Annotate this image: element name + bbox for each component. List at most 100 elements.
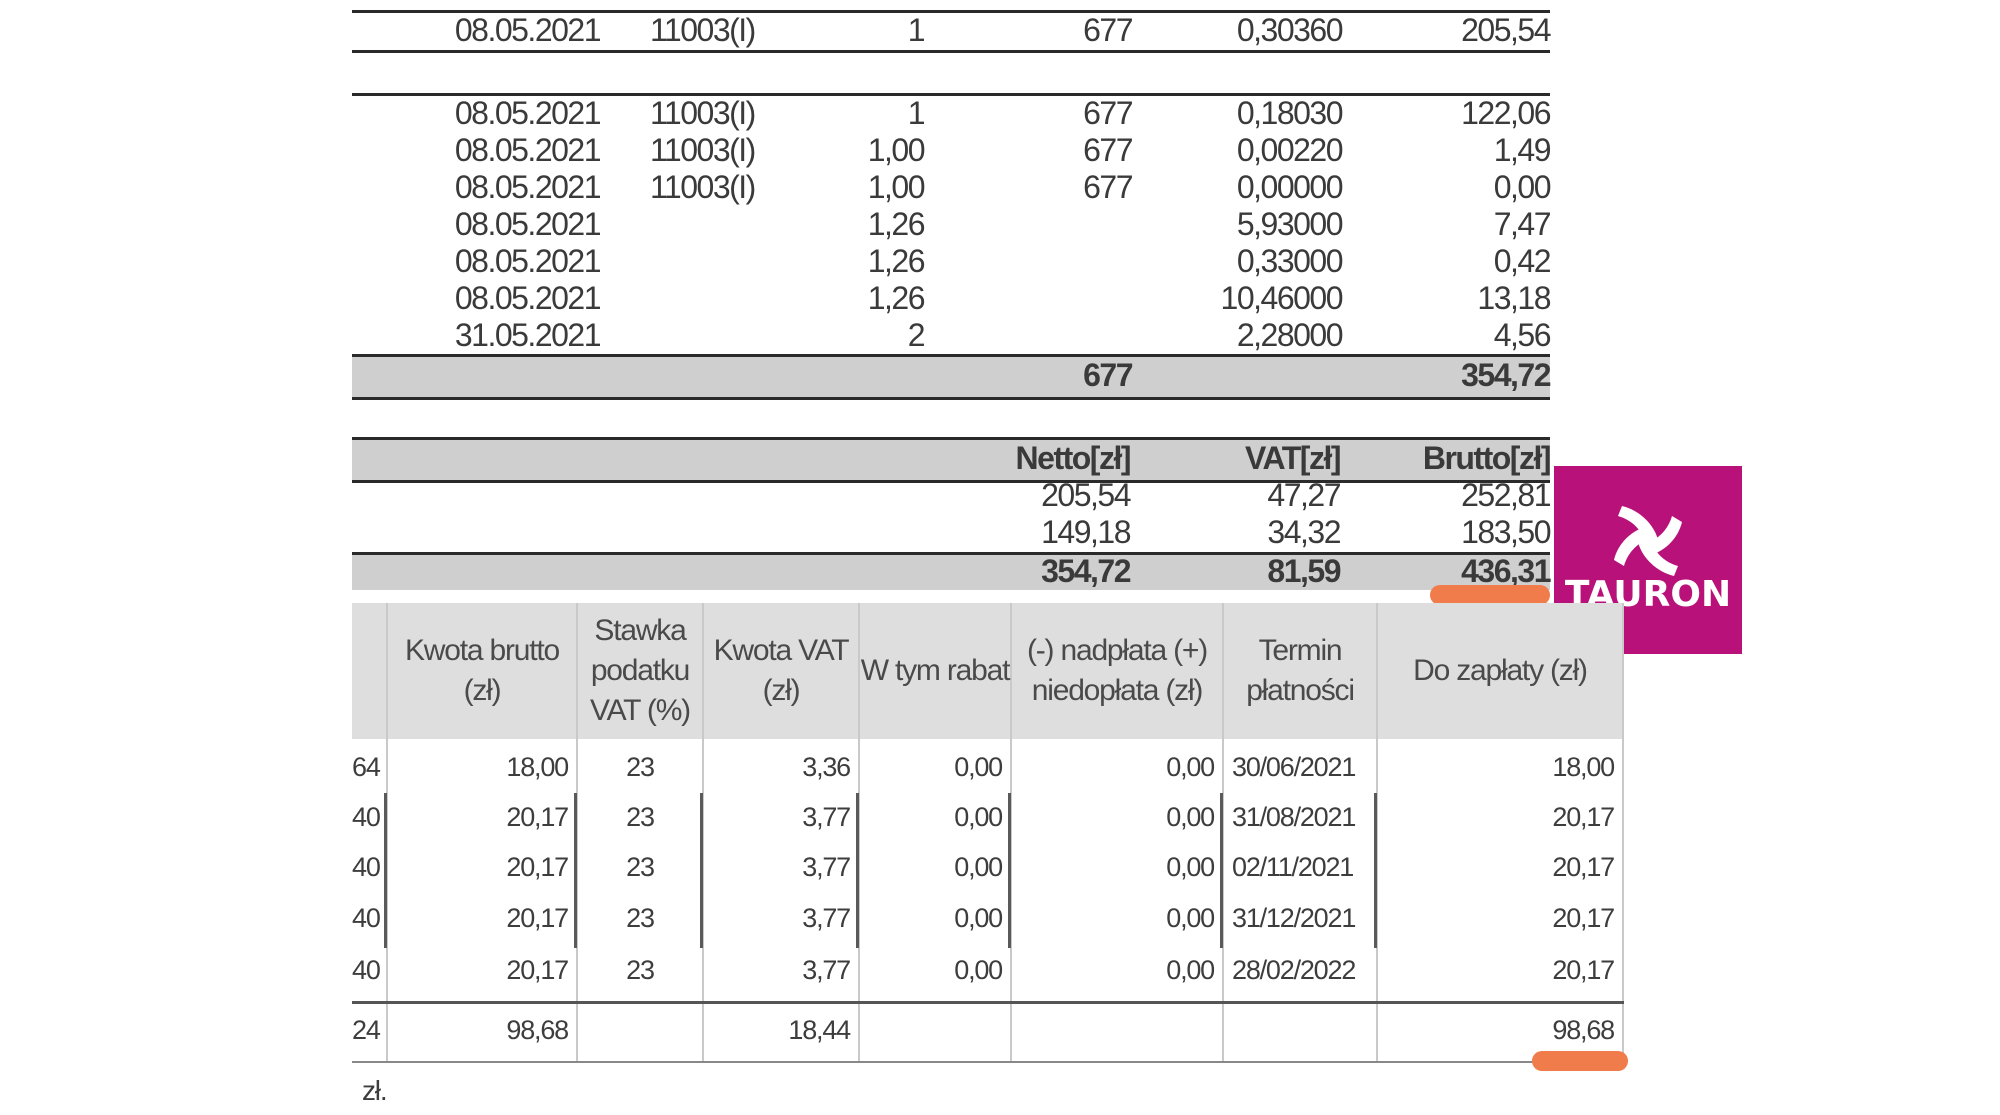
row-discount: 0,00 [954, 955, 1003, 985]
row-divider-mark [384, 793, 387, 948]
row-qty: 1,26 [867, 243, 926, 279]
row-qty: 1,00 [867, 169, 926, 205]
row-to-pay: 18,00 [1552, 752, 1615, 782]
currency-footer: zł. [362, 1075, 388, 1106]
row-price: 0,18030 [1236, 95, 1344, 131]
row-price: 5,93000 [1236, 206, 1344, 242]
row-qty: 1 [907, 12, 926, 48]
row-date: 08.05.2021 [454, 243, 602, 279]
total-cut-value: 24 [352, 1015, 381, 1045]
row-amount: 0,42 [1493, 243, 1552, 279]
header-to-pay: Do zapłaty (zł) [1413, 654, 1588, 687]
header-vat-amount: Kwota VAT (zł) [713, 634, 850, 707]
row-code: 11003(I) [650, 95, 756, 131]
row-vat-amount: 3,36 [802, 752, 851, 782]
netto-value: 205,54 [1041, 477, 1131, 513]
row-qty: 2 [907, 317, 926, 353]
row-vat-amount: 3,77 [802, 852, 851, 882]
row-price: 0,00220 [1236, 132, 1344, 168]
row-qty: 1 [907, 95, 926, 131]
row-vat-rate: 23 [626, 903, 655, 933]
row-due-date: 02/11/2021 [1232, 852, 1354, 882]
row-discount: 0,00 [954, 852, 1003, 882]
row-due-date: 31/12/2021 [1232, 903, 1356, 933]
row-cut-value: 64 [352, 752, 381, 782]
row-brutto: 20,17 [506, 802, 569, 832]
total-separator [352, 1001, 1624, 1004]
row-date: 08.05.2021 [454, 280, 602, 316]
row-vat-rate: 23 [626, 802, 655, 832]
row-price: 0,33000 [1236, 243, 1344, 279]
row-divider-mark [574, 793, 577, 948]
row-divider-mark [1008, 793, 1011, 948]
row-amount: 0,00 [1493, 169, 1552, 205]
row-amount: 122,06 [1461, 95, 1551, 131]
header-discount: W tym rabat [860, 654, 1011, 687]
row-due-date: 30/06/2021 [1232, 752, 1356, 782]
row-divider-mark [1220, 793, 1223, 948]
row-date: 08.05.2021 [454, 132, 602, 168]
row-price: 10,46000 [1220, 280, 1344, 316]
row-date: 08.05.2021 [454, 95, 602, 131]
row-vat-amount: 3,77 [802, 802, 851, 832]
vat-value: 34,32 [1267, 514, 1341, 550]
vat-value: 47,27 [1267, 477, 1341, 513]
netto-header: Netto[zł] [1015, 440, 1132, 476]
row-due-date: 31/08/2021 [1232, 802, 1356, 832]
row-to-pay: 20,17 [1552, 802, 1615, 832]
row-divider-mark [856, 793, 859, 948]
row-cut-value: 40 [352, 955, 381, 985]
column-divider [1622, 603, 1624, 1063]
brutto-value: 183,50 [1461, 514, 1551, 550]
row-vat-amount: 3,77 [802, 955, 851, 985]
row-divider-mark [1374, 793, 1377, 948]
header-balance: (-) nadpłata (+) niedopłata (zł) [1026, 634, 1208, 707]
row-amount: 13,18 [1477, 280, 1551, 316]
total-brutto: 98,68 [506, 1015, 569, 1045]
row-code: 11003(I) [650, 12, 756, 48]
row-balance: 0,00 [1166, 752, 1215, 782]
row-units: 677 [1083, 169, 1133, 205]
row-to-pay: 20,17 [1552, 955, 1615, 985]
row-date: 08.05.2021 [454, 12, 602, 48]
row-code: 11003(I) [650, 132, 756, 168]
row-qty: 1,00 [867, 132, 926, 168]
row-amount: 7,47 [1493, 206, 1552, 242]
row-qty: 1,26 [867, 206, 926, 242]
vat-summary-header [352, 437, 1550, 483]
vat-total: 81,59 [1267, 553, 1341, 589]
row-vat-rate: 23 [626, 852, 655, 882]
table-bottom-border [352, 1061, 1624, 1063]
row-amount: 1,49 [1493, 132, 1552, 168]
row-code: 11003(I) [650, 169, 756, 205]
row-units: 677 [1083, 95, 1133, 131]
header-vat-rate: Stawka podatku VAT (%) [590, 614, 691, 727]
row-price: 0,00000 [1236, 169, 1344, 205]
brutto-total: 436,31 [1461, 553, 1551, 589]
row-amount: 4,56 [1493, 317, 1552, 353]
row-balance: 0,00 [1166, 903, 1215, 933]
vat-header: VAT[zł] [1245, 440, 1341, 476]
to-pay-total-highlight [1532, 1051, 1628, 1071]
header-brutto: Kwota brutto (zł) [404, 634, 560, 707]
row-to-pay: 20,17 [1552, 852, 1615, 882]
row-balance: 0,00 [1166, 852, 1215, 882]
row-qty: 1,26 [867, 280, 926, 316]
total-units: 677 [1083, 357, 1133, 393]
row-price: 0,30360 [1236, 12, 1344, 48]
netto-value: 149,18 [1041, 514, 1131, 550]
payment-schedule-table: Kwota brutto (zł) Stawka podatku VAT (%)… [352, 603, 1628, 1071]
row-date: 08.05.2021 [454, 169, 602, 205]
row-brutto: 20,17 [506, 852, 569, 882]
row-vat-rate: 23 [626, 752, 655, 782]
row-units: 677 [1083, 132, 1133, 168]
row-discount: 0,00 [954, 903, 1003, 933]
row-date: 31.05.2021 [454, 317, 602, 353]
row-discount: 0,00 [954, 802, 1003, 832]
row-date: 08.05.2021 [454, 206, 602, 242]
row-to-pay: 20,17 [1552, 903, 1615, 933]
row-cut-value: 40 [352, 802, 381, 832]
row-balance: 0,00 [1166, 955, 1215, 985]
row-separator [352, 50, 1550, 53]
total-vat: 18,44 [788, 1015, 851, 1045]
